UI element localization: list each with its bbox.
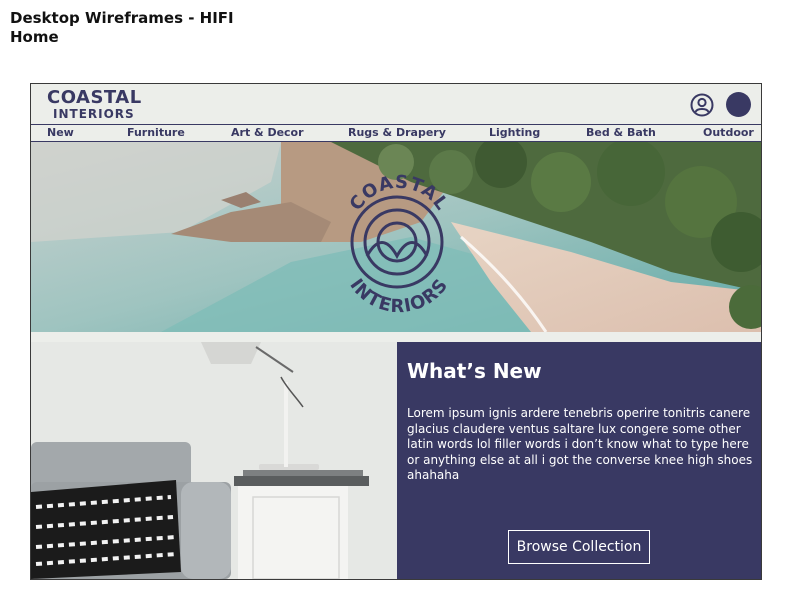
- site-logo[interactable]: COASTAL INTERIORS: [47, 87, 142, 122]
- desktop-frame: COASTAL INTERIORS New Furniture Art & De…: [30, 83, 762, 580]
- document-subtitle: Home: [10, 28, 59, 46]
- hero-divider: [31, 332, 761, 342]
- logo-line-2: INTERIORS: [53, 107, 135, 121]
- main-nav: New Furniture Art & Decor Rugs & Drapery…: [31, 124, 761, 142]
- nav-item-lighting[interactable]: Lighting: [489, 125, 540, 141]
- browse-collection-button[interactable]: Browse Collection: [508, 530, 650, 564]
- nav-item-rugs-drapery[interactable]: Rugs & Drapery: [348, 125, 446, 141]
- document-title: Desktop Wireframes - HIFI: [10, 9, 234, 27]
- account-dot-icon[interactable]: [726, 92, 751, 117]
- nav-item-new[interactable]: New: [47, 125, 74, 141]
- hero-beach-image: COASTAL INTERIORS: [31, 142, 761, 332]
- logo-line-1: COASTAL: [47, 87, 142, 108]
- whats-new-body: Lorem ipsum ignis ardere tenebris operir…: [407, 406, 753, 482]
- nav-item-art-decor[interactable]: Art & Decor: [231, 125, 304, 141]
- nav-item-furniture[interactable]: Furniture: [127, 125, 185, 141]
- hero-banner: COASTAL INTERIORS: [31, 142, 761, 332]
- nav-item-bed-bath[interactable]: Bed & Bath: [586, 125, 656, 141]
- whats-new-panel: What’s New Lorem ipsum ignis ardere tene…: [397, 342, 761, 579]
- site-header: COASTAL INTERIORS: [31, 84, 761, 124]
- living-room-photo: [31, 342, 397, 579]
- nav-item-outdoor[interactable]: Outdoor: [703, 125, 754, 141]
- user-icon[interactable]: [690, 93, 714, 117]
- whats-new-title: What’s New: [407, 359, 542, 383]
